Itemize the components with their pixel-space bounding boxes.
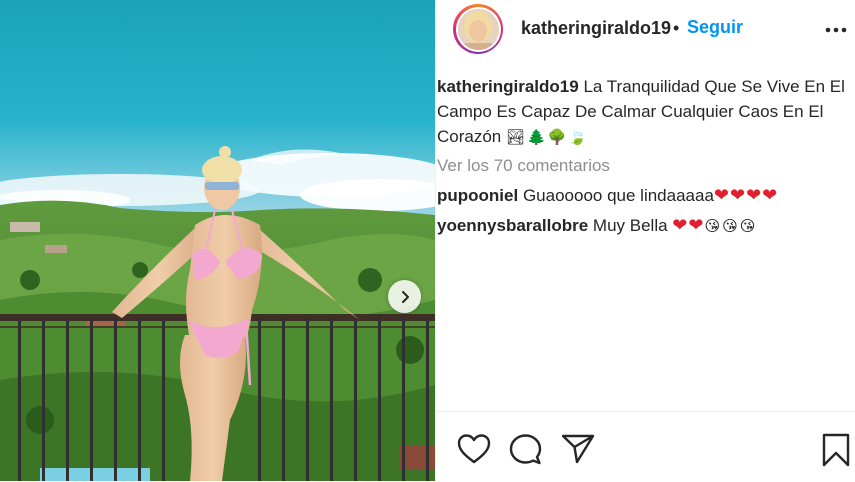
post-image: [0, 0, 435, 481]
post-actions-bar: [436, 411, 855, 482]
caption-username[interactable]: katheringiraldo19: [437, 77, 579, 96]
next-photo-button[interactable]: [388, 280, 421, 313]
follow-button[interactable]: Seguir: [687, 17, 743, 38]
view-all-comments-link[interactable]: Ver los 70 comentarios: [437, 153, 855, 178]
avatar-image: [457, 8, 499, 50]
comment-hearts: ❤❤: [672, 215, 705, 236]
comment-item: pupooniel Guaooooo que lindaaaaa❤❤❤❤: [437, 183, 855, 208]
avatar[interactable]: [453, 4, 503, 54]
caption-emojis: 🏞🌲🌳🍃: [506, 128, 590, 146]
instagram-post: katheringiraldo19 • Seguir katheringiral…: [0, 0, 855, 481]
more-options-icon[interactable]: [825, 23, 847, 37]
post-photo[interactable]: [0, 0, 435, 481]
separator-dot: •: [673, 18, 680, 38]
heart-icon[interactable]: [457, 433, 491, 465]
comment-text: Guaooooo que lindaaaaa: [522, 186, 714, 205]
post-caption: katheringiraldo19 La Tranquilidad Que Se…: [437, 74, 855, 150]
post-header: katheringiraldo19 • Seguir: [436, 0, 855, 60]
chevron-right-icon: [401, 290, 409, 303]
comment-username[interactable]: yoennysbarallobre: [437, 216, 588, 235]
post-comments-area: katheringiraldo19 La Tranquilidad Que Se…: [437, 74, 855, 239]
bookmark-icon[interactable]: [822, 433, 850, 467]
comment-icon[interactable]: [509, 433, 542, 466]
avatar-ring: [455, 6, 501, 52]
comment-emojis: 😘😘😘: [704, 217, 758, 235]
comment-username[interactable]: pupooniel: [437, 186, 518, 205]
comment-text: Muy Bella: [592, 216, 668, 235]
comment-item: yoennysbarallobre Muy Bella ❤❤😘😘😘: [437, 213, 855, 239]
avatar-portrait: [457, 8, 499, 50]
post-username[interactable]: katheringiraldo19: [521, 18, 671, 39]
send-icon[interactable]: [561, 433, 595, 465]
comment-hearts: ❤❤❤❤: [713, 185, 779, 206]
post-side-panel: katheringiraldo19 • Seguir katheringiral…: [435, 0, 855, 481]
